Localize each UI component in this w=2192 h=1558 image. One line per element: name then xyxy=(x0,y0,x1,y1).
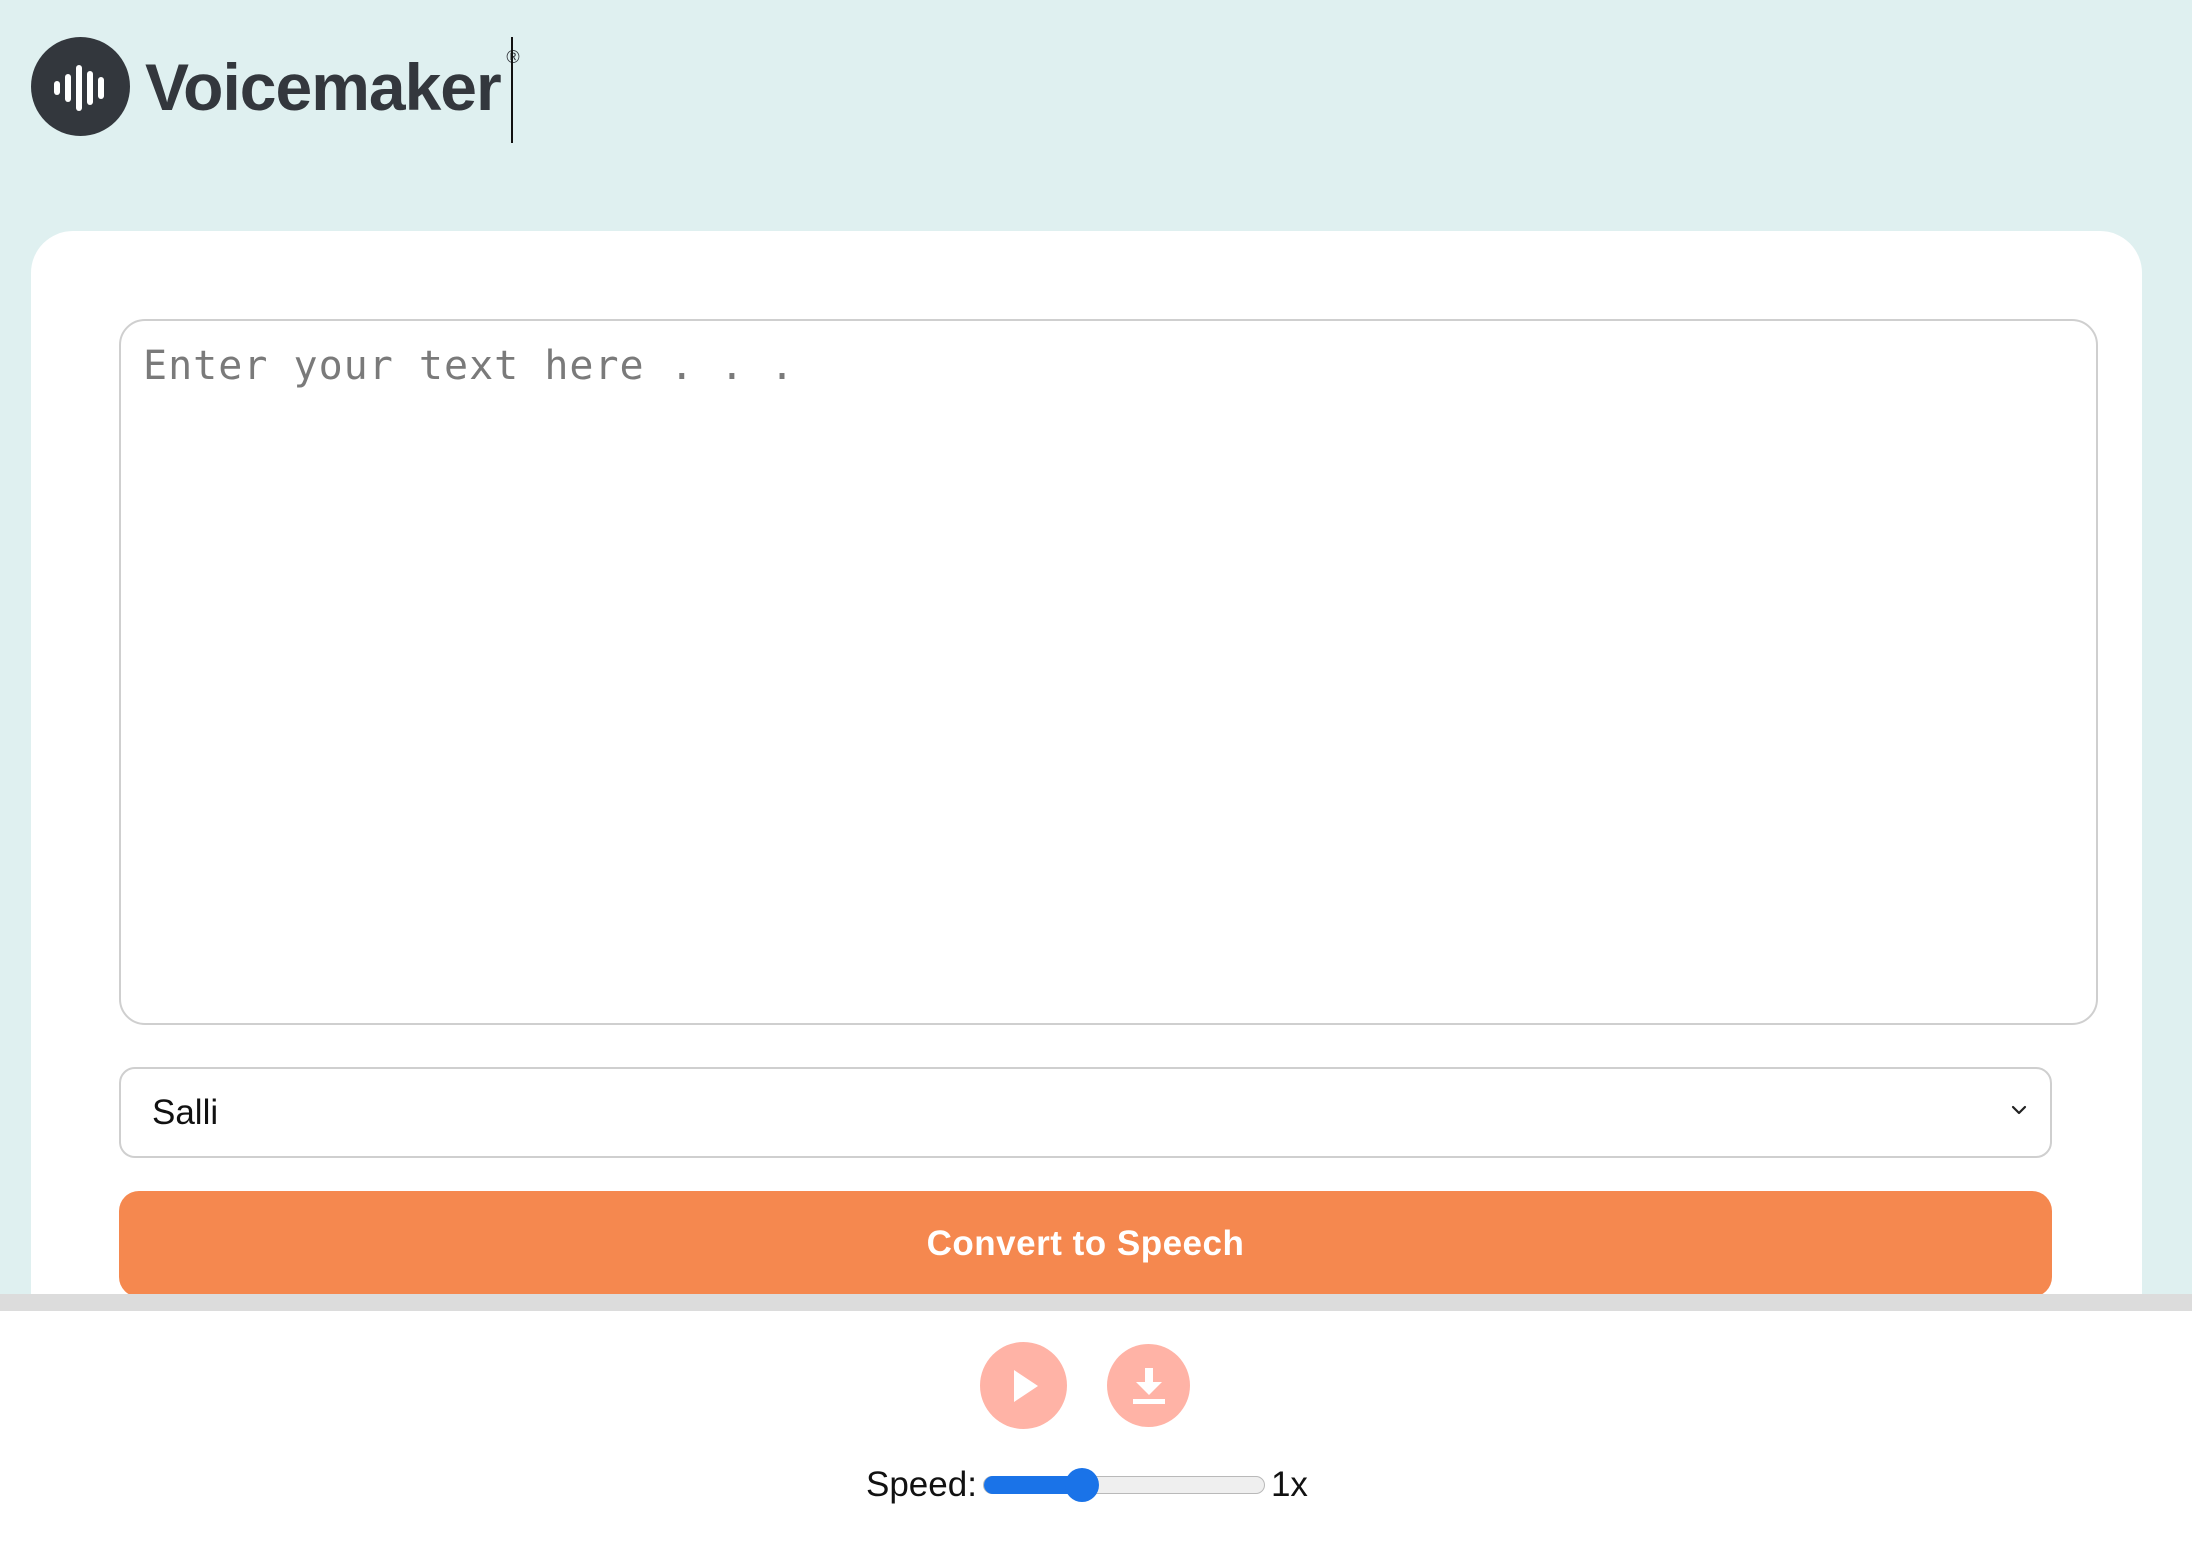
voice-select-value: Salli xyxy=(152,1092,219,1132)
download-icon xyxy=(1132,1367,1165,1404)
convert-to-speech-button[interactable]: Convert to Speech xyxy=(119,1191,2052,1297)
speed-slider-thumb[interactable] xyxy=(1064,1468,1099,1502)
voice-select[interactable]: Salli xyxy=(119,1067,2052,1158)
brand-name-text: Voicemaker xyxy=(145,49,502,124)
chevron-down-icon xyxy=(2011,1105,2027,1115)
player-bar xyxy=(0,1294,2192,1558)
convert-button-label: Convert to Speech xyxy=(926,1224,1245,1263)
soundwave-icon xyxy=(31,37,130,136)
text-cursor xyxy=(511,37,513,143)
speed-label: Speed: xyxy=(866,1465,977,1504)
play-button[interactable] xyxy=(980,1342,1067,1429)
speed-control: Speed: 1x xyxy=(866,1460,1308,1510)
download-button[interactable] xyxy=(1107,1344,1190,1427)
text-input[interactable] xyxy=(119,319,2098,1025)
brand-name: Voicemaker ® xyxy=(145,48,520,120)
speed-slider[interactable] xyxy=(982,1468,1265,1502)
brand-logo[interactable]: Voicemaker ® xyxy=(31,37,520,136)
speed-value: 1x xyxy=(1270,1465,1308,1504)
play-icon xyxy=(1013,1369,1038,1402)
